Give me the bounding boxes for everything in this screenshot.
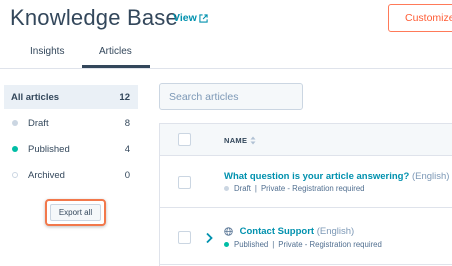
external-link-icon xyxy=(199,13,208,23)
tab-bar: Insights Articles xyxy=(0,40,452,69)
article-meta: Draft | Private - Registration required xyxy=(224,184,365,193)
draft-status-dot-icon xyxy=(224,186,229,191)
article-title-link[interactable]: What question is your article answering?… xyxy=(224,171,449,182)
article-visibility: Private - Registration required xyxy=(260,184,365,193)
search-input[interactable] xyxy=(160,84,304,109)
sidebar-item-count: 4 xyxy=(124,143,130,155)
row-checkbox[interactable] xyxy=(178,231,191,244)
table-header: NAME xyxy=(160,124,452,156)
sidebar-item-label: Draft xyxy=(28,117,49,129)
sidebar-item-archived[interactable]: Archived 0 xyxy=(4,163,138,187)
globe-icon xyxy=(224,227,233,236)
tab-articles[interactable]: Articles xyxy=(99,46,132,57)
article-status: Draft xyxy=(234,184,251,193)
table-row: What question is your article answering?… xyxy=(160,157,452,208)
sidebar-item-draft[interactable]: Draft 8 xyxy=(4,111,138,135)
customize-button[interactable]: Customize xyxy=(388,4,452,32)
column-header-name[interactable]: NAME xyxy=(224,136,256,145)
meta-separator: | xyxy=(254,184,257,193)
published-status-dot-icon xyxy=(224,242,229,247)
article-visibility: Private - Registration required xyxy=(278,240,382,249)
article-language: (English) xyxy=(316,226,355,237)
article-title-link[interactable]: Contact Support (English) xyxy=(224,226,354,237)
page-title: Knowledge Base xyxy=(10,5,178,30)
sidebar-item-label: Published xyxy=(28,143,70,155)
article-language: (English) xyxy=(411,171,450,182)
sort-icon[interactable] xyxy=(250,136,256,145)
export-all-button-highlight[interactable]: Export all xyxy=(45,199,106,226)
sidebar-item-label: All articles xyxy=(11,91,60,103)
article-title: What question is your article answering? xyxy=(224,171,410,182)
sidebar-item-all-articles[interactable]: All articles 12 xyxy=(4,85,138,109)
articles-table: NAME What question is your article answe… xyxy=(159,123,452,266)
select-all-checkbox[interactable] xyxy=(178,133,191,146)
meta-separator: | xyxy=(272,240,275,249)
sidebar-item-count: 12 xyxy=(119,91,130,103)
article-title: Contact Support xyxy=(239,226,315,237)
sidebar-item-label: Archived xyxy=(28,169,65,181)
active-tab-indicator xyxy=(82,65,150,68)
chevron-right-icon[interactable] xyxy=(205,232,214,244)
row-checkbox[interactable] xyxy=(178,176,191,189)
export-all-button[interactable]: Export all xyxy=(50,204,101,221)
sidebar-item-count: 8 xyxy=(124,117,130,129)
tab-insights[interactable]: Insights xyxy=(30,46,64,57)
sidebar-item-published[interactable]: Published 4 xyxy=(4,137,138,161)
table-row: Contact Support (English) Published | Pr… xyxy=(160,208,452,265)
search-box xyxy=(159,83,304,110)
view-link-label: View xyxy=(173,12,197,24)
article-meta: Published | Private - Registration requi… xyxy=(224,240,382,249)
view-link[interactable]: View xyxy=(173,12,208,24)
column-header-label: NAME xyxy=(224,136,248,145)
sidebar-item-count: 0 xyxy=(124,169,130,181)
article-status: Published xyxy=(234,240,269,249)
